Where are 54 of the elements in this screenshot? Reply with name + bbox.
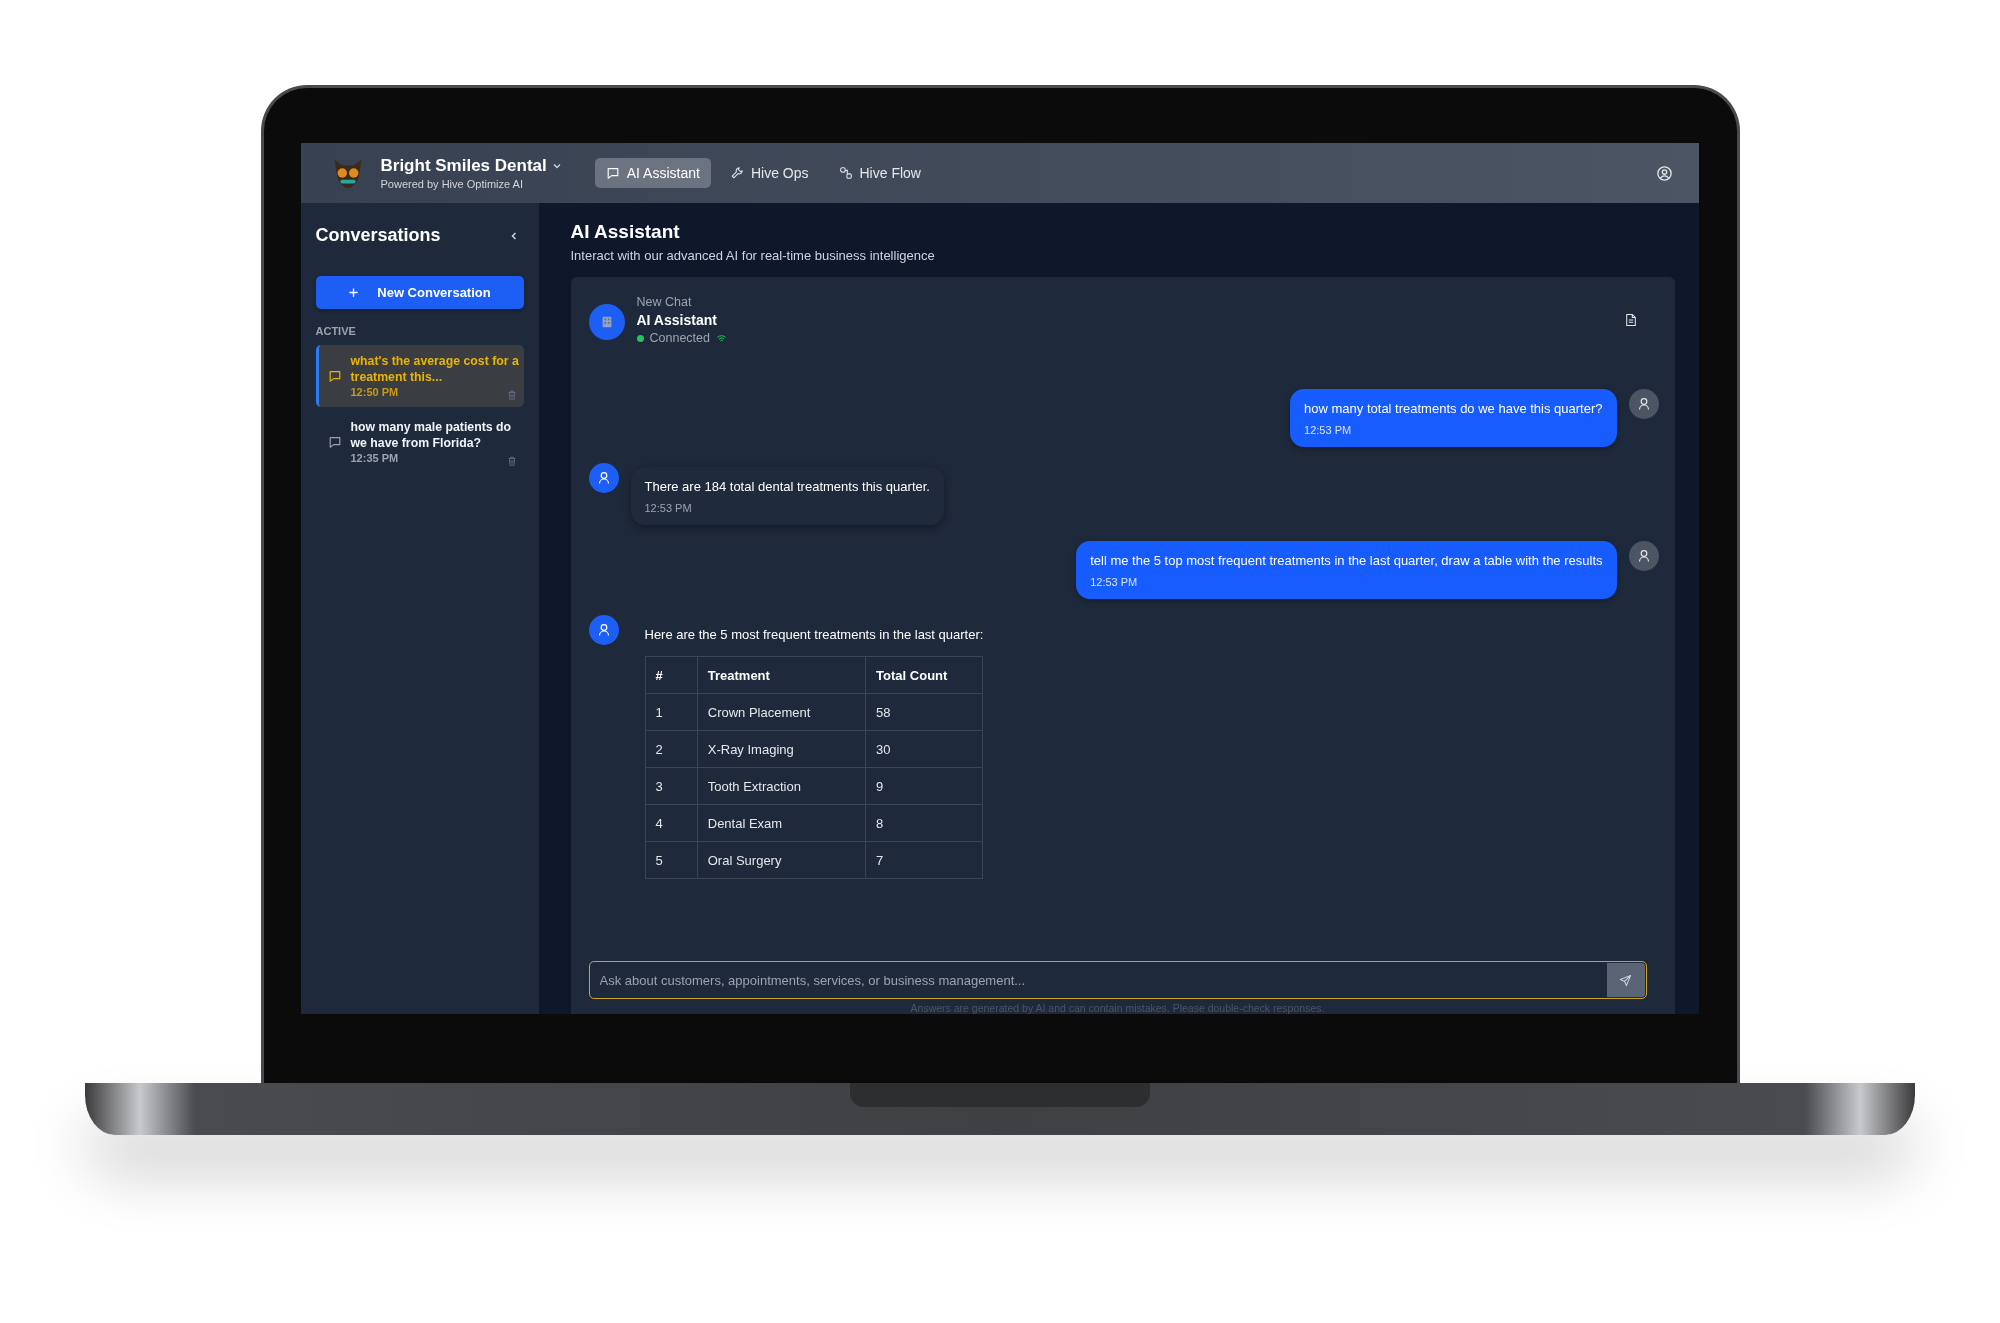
- send-icon: [1619, 973, 1632, 987]
- table-cell: 58: [865, 693, 983, 731]
- user-message: tell me the 5 top most frequent treatments in the last quarter, draw a table with the results 12:53 PM: [1076, 541, 1617, 599]
- table-cell: 2: [645, 730, 698, 768]
- plus-icon: [348, 287, 360, 298]
- user-avatar: [1628, 389, 1659, 419]
- chat-label: New Chat: [636, 295, 693, 309]
- table-cell: Dental Exam: [697, 804, 866, 842]
- nav-tab[interactable]: Hive Flow: [827, 158, 932, 188]
- brand-subtitle: Powered by Hive Optimize AI: [380, 178, 524, 190]
- table-cell: Crown Placement: [697, 693, 866, 731]
- user-avatar: [1628, 541, 1659, 571]
- table-header: Total Count: [865, 656, 983, 694]
- wifi-icon: [715, 333, 727, 343]
- table-cell: 3: [645, 767, 698, 805]
- section-label: ACTIVE: [315, 325, 357, 337]
- table-cell: 8: [865, 804, 983, 842]
- table-cell: 5: [645, 841, 698, 879]
- table-cell: 30: [865, 730, 983, 768]
- table-cell: Tooth Extraction: [697, 767, 866, 805]
- assistant-avatar: [588, 615, 619, 645]
- flow-icon: [838, 166, 853, 180]
- brand-name[interactable]: Bright Smiles Dental: [380, 156, 547, 176]
- sidebar-title: Conversations: [315, 225, 441, 246]
- send-button[interactable]: [1606, 963, 1645, 997]
- assistant-name: AI Assistant: [636, 312, 718, 328]
- new-conversation-button[interactable]: New Conversation: [315, 276, 524, 309]
- message-input[interactable]: Ask about customers, appointments, services, or business management...: [588, 961, 1647, 999]
- table-header: #: [645, 656, 698, 694]
- table-cell: Oral Surgery: [697, 841, 866, 879]
- conversation-item[interactable]: how many male patients do we have from Florida? 12:35 PM: [315, 410, 524, 473]
- table-cell: 1: [645, 693, 698, 731]
- page-title: AI Assistant: [570, 221, 681, 243]
- chat-icon: [327, 434, 342, 449]
- wrench-icon: [729, 166, 744, 180]
- assistant-message: Here are the 5 most frequent treatments in the last quarter:: [644, 627, 984, 642]
- conversation-item[interactable]: what's the average cost for a treatment this... 12:50 PM: [315, 345, 524, 407]
- table-cell: 4: [645, 804, 698, 842]
- nav-tab[interactable]: Hive Ops: [718, 158, 820, 188]
- table-header: Treatment: [697, 656, 866, 694]
- table-cell: X-Ray Imaging: [697, 730, 866, 768]
- user-message: how many total treatments do we have this quarter? 12:53 PM: [1290, 389, 1617, 447]
- nav-tab[interactable]: AI Assistant: [594, 158, 711, 188]
- table-cell: 7: [865, 841, 983, 879]
- assistant-avatar: [588, 304, 625, 340]
- document-icon[interactable]: [1624, 313, 1637, 327]
- table-cell: 9: [865, 767, 983, 805]
- chat-icon: [327, 369, 342, 383]
- assistant-message: There are 184 total dental treatments this quarter. 12:53 PM: [630, 467, 944, 525]
- page-subtitle: Interact with our advanced AI for real-time business intelligence: [570, 248, 936, 263]
- chat-icon: [605, 166, 620, 180]
- account-icon[interactable]: [1655, 164, 1673, 182]
- status-text: Connected: [649, 331, 710, 345]
- assistant-avatar: [588, 463, 619, 493]
